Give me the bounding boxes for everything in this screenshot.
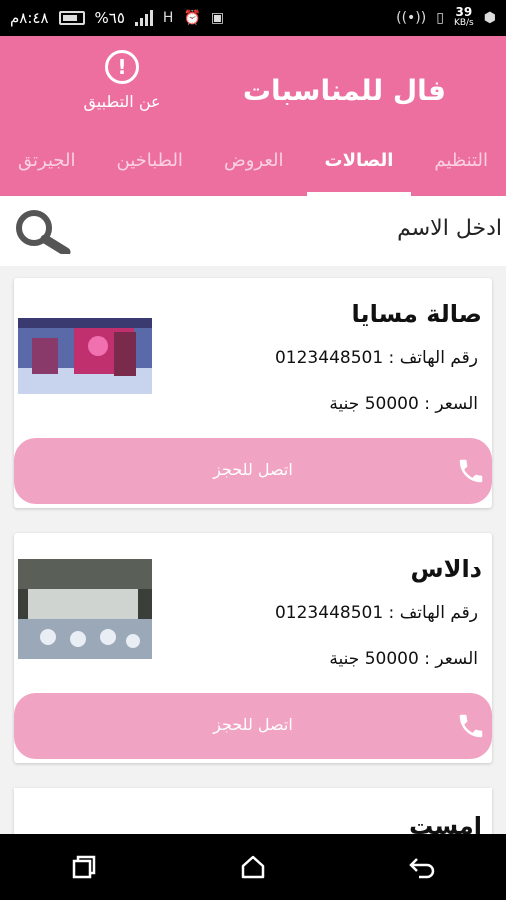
- back-icon: [408, 858, 434, 879]
- tab-halls[interactable]: الصالات: [306, 140, 412, 196]
- search-bar: ادخل الاسم: [0, 196, 506, 266]
- hall-image: [18, 559, 152, 659]
- back-button[interactable]: [402, 847, 442, 887]
- tab-jirtig[interactable]: الجيرتق: [18, 140, 76, 196]
- app-title: فال للمناسبات: [242, 74, 446, 107]
- hall-phone: رقم الهاتف : 0123448501: [274, 603, 478, 623]
- hall-name: دالاس: [410, 555, 482, 583]
- box-icon: ⬢: [483, 10, 496, 26]
- hall-card: صالة مسايا رقم الهاتف : 0123448501 السعر…: [14, 278, 492, 508]
- call-to-book-button[interactable]: اتصل للحجز: [14, 438, 492, 504]
- network-speed: 39 KB/s: [453, 5, 474, 29]
- tab-bar: التنظيم الصالات العروض الطباخين الجيرتق: [0, 140, 506, 196]
- tab-organizing[interactable]: التنظيم: [434, 140, 488, 196]
- home-button[interactable]: [233, 847, 273, 887]
- system-nav-bar: [0, 834, 506, 900]
- call-to-book-label: اتصل للحجز: [213, 460, 293, 479]
- phone-icon: [459, 714, 483, 738]
- battery-icon: [58, 11, 85, 25]
- network-type: H: [162, 10, 174, 26]
- hall-image: [18, 318, 152, 394]
- status-right: ((•)) ▯ 39 KB/s ⬢: [396, 5, 496, 29]
- battery-percent: %٦٥: [94, 9, 125, 27]
- info-icon: !: [105, 50, 139, 84]
- wifi-hotspot-icon: ((•)): [396, 10, 427, 26]
- call-to-book-label: اتصل للحجز: [213, 715, 293, 734]
- hall-card: دالاس رقم الهاتف : 0123448501 السعر : 50…: [14, 533, 492, 763]
- alarm-icon: ⏰: [183, 10, 201, 26]
- speed-unit: KB/s: [453, 18, 474, 28]
- call-to-book-button[interactable]: اتصل للحجز: [14, 693, 492, 759]
- recent-apps-button[interactable]: [64, 847, 104, 887]
- vibrate-icon: ▯: [436, 10, 444, 26]
- phone-icon: [459, 459, 483, 483]
- status-bar: ٨:٤٨م %٦٥ H ⏰ ▣ ((•)) ▯ 39 KB/s ⬢: [0, 0, 506, 36]
- status-time: ٨:٤٨م: [10, 9, 49, 27]
- hall-price: السعر : 50000 جنية: [329, 649, 478, 669]
- hall-price: السعر : 50000 جنية: [329, 394, 478, 414]
- app-bar: فال للمناسبات ! عن التطبيق التنظيم الصال…: [0, 36, 506, 196]
- about-label: عن التطبيق: [83, 92, 161, 111]
- nfc-icon: ▣: [210, 10, 225, 26]
- signal-icon: [134, 10, 153, 26]
- tab-cooks[interactable]: الطباخين: [117, 140, 183, 196]
- status-left: ٨:٤٨م %٦٥ H ⏰ ▣: [10, 9, 224, 27]
- speed-value: 39: [455, 5, 473, 19]
- about-button[interactable]: ! عن التطبيق: [72, 50, 172, 111]
- recent-apps-icon: [73, 855, 96, 879]
- search-input[interactable]: ادخل الاسم: [397, 216, 502, 241]
- home-icon: [241, 855, 265, 879]
- tab-offers[interactable]: العروض: [224, 140, 284, 196]
- hall-name: صالة مسايا: [351, 300, 482, 328]
- search-icon[interactable]: [12, 208, 72, 254]
- hall-phone: رقم الهاتف : 0123448501: [274, 348, 478, 368]
